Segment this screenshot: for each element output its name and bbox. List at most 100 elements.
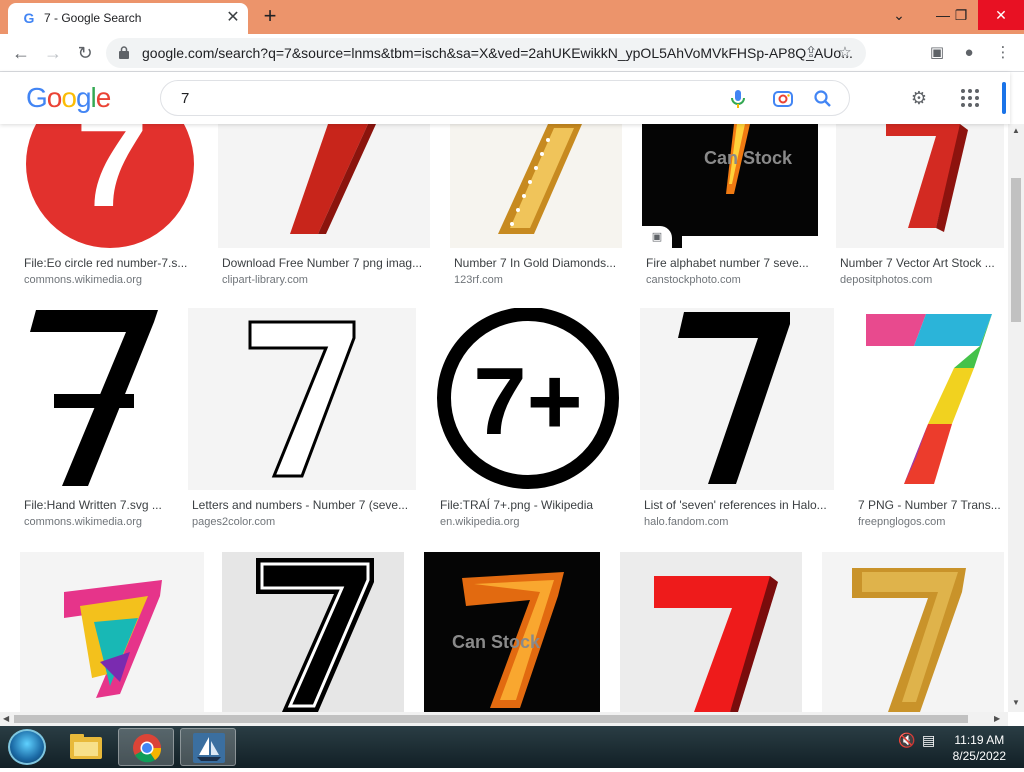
url-text: google.com/search?q=7&source=lnms&tbm=is… [142, 45, 852, 61]
result-title[interactable]: File:TRAÍ 7+.png - Wikipedia [440, 498, 620, 512]
result-title[interactable]: File:Eo circle red number-7.s... [24, 256, 196, 270]
result-title[interactable]: Number 7 In Gold Diamonds... [454, 256, 620, 270]
microphone-icon[interactable] [726, 87, 750, 111]
chrome-taskbar-icon[interactable] [118, 728, 174, 766]
tab-close-icon[interactable]: ✕ [224, 9, 242, 27]
logo-letter: e [95, 82, 112, 113]
tab-title: 7 - Google Search [44, 11, 142, 25]
logo-letter: o [46, 82, 63, 113]
result-thumbnail[interactable] [222, 552, 404, 712]
result-title[interactable]: File:Hand Written 7.svg ... [24, 498, 170, 512]
side-panel-icon[interactable]: ▣ [924, 40, 950, 66]
result-thumbnail[interactable] [836, 124, 1004, 248]
back-arrow-icon[interactable]: ← [8, 40, 34, 66]
image-result[interactable]: File:Hand Written 7.svg ... commons.wiki… [20, 308, 170, 530]
restore-button[interactable]: ❐ [944, 0, 978, 30]
lens-camera-icon[interactable] [771, 87, 795, 111]
scroll-left-icon[interactable]: ◀ [3, 714, 9, 723]
image-result[interactable]: Can Stock [424, 552, 602, 712]
google-logo[interactable]: Google [26, 82, 112, 114]
result-thumbnail[interactable] [822, 552, 1004, 712]
result-title[interactable]: List of 'seven' references in Halo... [644, 498, 834, 512]
result-source[interactable]: pages2color.com [192, 516, 275, 528]
result-thumbnail[interactable]: Can Stock [424, 552, 600, 712]
share-icon[interactable]: ⇪ [798, 40, 824, 66]
result-thumbnail[interactable] [854, 308, 1004, 490]
result-source[interactable]: commons.wikimedia.org [24, 516, 142, 528]
image-result[interactable]: Can Stock ▣ Fire alphabet number 7 seve.… [642, 124, 818, 286]
browser-tab[interactable]: G 7 - Google Search ✕ [8, 3, 248, 34]
result-title[interactable]: Letters and numbers - Number 7 (seve... [192, 498, 414, 512]
reload-icon[interactable]: ↻ [72, 40, 98, 66]
sign-in-button[interactable] [1002, 82, 1006, 114]
horizontal-scroll-thumb[interactable] [14, 715, 968, 723]
logo-letter: G [26, 82, 48, 113]
result-source[interactable]: freepnglogos.com [858, 516, 945, 528]
result-source[interactable]: canstockphoto.com [646, 274, 741, 286]
result-source[interactable]: halo.fandom.com [644, 516, 728, 528]
search-icon[interactable] [811, 87, 835, 111]
forward-arrow-icon[interactable]: → [40, 40, 66, 66]
result-source[interactable]: commons.wikimedia.org [24, 274, 142, 286]
result-title[interactable]: Download Free Number 7 png imag... [222, 256, 428, 270]
address-bar[interactable]: google.com/search?q=7&source=lnms&tbm=is… [106, 38, 866, 68]
image-result[interactable]: 7 File:Eo circle red number-7.s... commo… [20, 124, 200, 286]
result-thumbnail[interactable] [20, 552, 204, 712]
result-title[interactable]: Fire alphabet number 7 seve... [646, 256, 816, 270]
result-title[interactable]: 7 PNG - Number 7 Trans... [858, 498, 1004, 512]
image-result[interactable]: Download Free Number 7 png imag... clipa… [218, 124, 430, 286]
result-source[interactable]: 123rf.com [454, 274, 503, 286]
start-orb-icon[interactable] [8, 729, 46, 765]
scroll-right-icon[interactable]: ▶ [994, 714, 1000, 723]
google-header: Google 7 ⚙ [0, 72, 1010, 124]
image-result[interactable] [822, 552, 1006, 712]
image-result[interactable] [20, 552, 204, 712]
result-thumbnail[interactable]: Can Stock ▣ [642, 124, 818, 248]
result-thumbnail[interactable] [188, 308, 416, 490]
search-input[interactable]: 7 [160, 80, 850, 116]
digit-glyph: 7 [76, 124, 148, 234]
image-result[interactable]: 7 PNG - Number 7 Trans... freepnglogos.c… [854, 308, 1004, 530]
new-tab-button[interactable]: + [258, 4, 282, 28]
image-result[interactable] [620, 552, 804, 712]
result-thumbnail[interactable]: 7+ [436, 308, 620, 490]
google-favicon-icon: G [23, 10, 35, 26]
scroll-up-icon[interactable]: ▲ [1012, 126, 1020, 135]
image-result[interactable] [222, 552, 406, 712]
result-title[interactable]: Number 7 Vector Art Stock ... [840, 256, 1002, 270]
vertical-scrollbar[interactable]: ▲ ▼ [1008, 124, 1024, 712]
settings-gear-icon[interactable]: ⚙ [907, 86, 931, 110]
system-clock[interactable]: 11:19 AM 8/25/2022 [953, 732, 1006, 764]
vertical-scroll-thumb[interactable] [1011, 178, 1021, 322]
lock-icon [119, 46, 129, 59]
result-thumbnail[interactable] [450, 124, 622, 248]
image-result[interactable]: Letters and numbers - Number 7 (seve... … [188, 308, 418, 530]
network-icon[interactable]: ▤ [922, 732, 935, 749]
result-thumbnail[interactable] [20, 308, 168, 490]
profile-avatar-icon[interactable]: ● [956, 40, 982, 66]
apps-grid-icon[interactable] [958, 86, 982, 110]
result-source[interactable]: en.wikipedia.org [440, 516, 520, 528]
horizontal-scrollbar[interactable]: ◀ ▶ [0, 712, 1008, 726]
logo-letter: o [61, 82, 77, 113]
clock-date: 8/25/2022 [952, 749, 1006, 763]
close-window-button[interactable]: ✕ [978, 0, 1024, 30]
result-thumbnail[interactable] [640, 308, 834, 490]
bookmark-star-icon[interactable]: ☆ [832, 40, 858, 66]
image-result[interactable]: List of 'seven' references in Halo... ha… [640, 308, 836, 530]
trai-glyph: 7+ [473, 348, 582, 455]
scroll-down-icon[interactable]: ▼ [1012, 698, 1020, 707]
result-thumbnail[interactable] [620, 552, 802, 712]
image-result[interactable]: Number 7 Vector Art Stock ... depositpho… [836, 124, 1004, 286]
result-thumbnail[interactable] [218, 124, 430, 248]
sailboat-app-icon[interactable] [180, 728, 236, 766]
result-source[interactable]: clipart-library.com [222, 274, 308, 286]
image-result[interactable]: Number 7 In Gold Diamonds... 123rf.com [450, 124, 622, 286]
tab-search-chevron-icon[interactable]: ⌄ [882, 0, 916, 30]
menu-kebab-icon[interactable]: ⋮ [990, 40, 1016, 66]
file-explorer-icon[interactable] [58, 728, 114, 766]
result-source[interactable]: depositphotos.com [840, 274, 932, 286]
volume-muted-icon[interactable]: 🔇 [898, 732, 915, 749]
image-result[interactable]: 7+ File:TRAÍ 7+.png - Wikipedia en.wikip… [436, 308, 622, 530]
result-thumbnail[interactable]: 7 [20, 124, 200, 248]
